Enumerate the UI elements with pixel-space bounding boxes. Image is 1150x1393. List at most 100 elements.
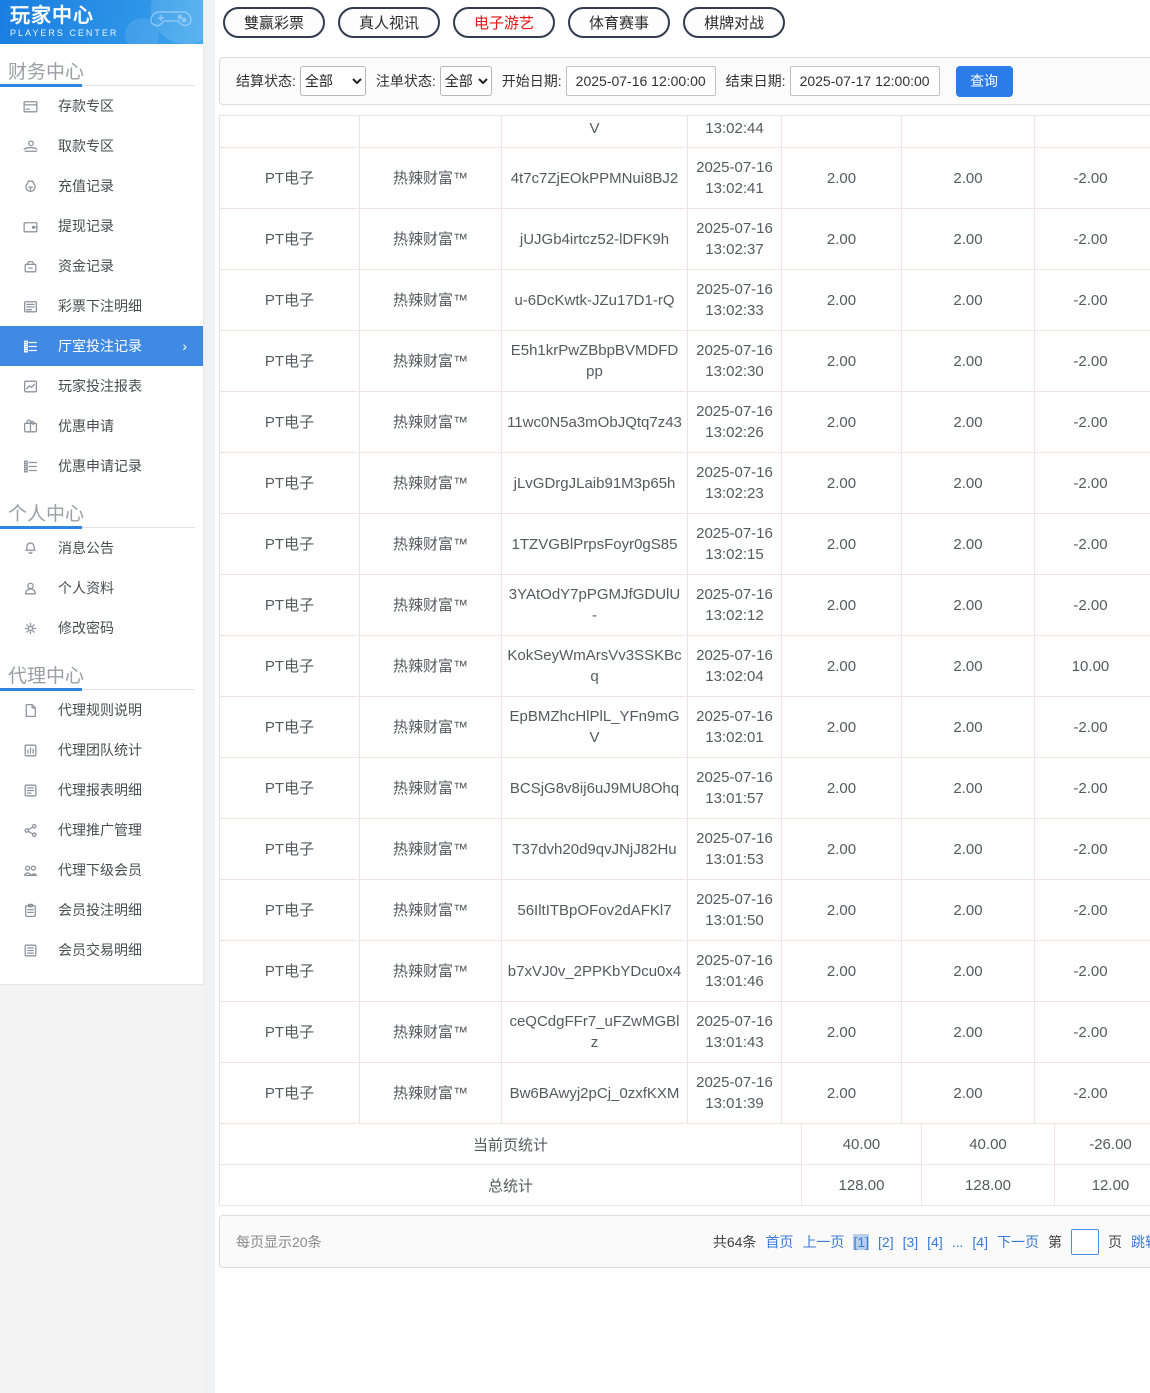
sidebar-item-label: 个人资料 (58, 578, 114, 598)
valid-cell: 2.00 (902, 331, 1035, 391)
game-cell: 热辣财富™ (360, 941, 502, 1001)
page-ellipsis[interactable]: ... (952, 1234, 964, 1250)
page-number-links: [1] [2] [3] [4]... [4] (853, 1234, 988, 1250)
sidebar-item-doc[interactable]: 代理规则说明 (0, 690, 203, 730)
time-cell: 2025-07-1613:02:23 (688, 453, 782, 513)
time-cell: 2025-07-1613:02:12 (688, 575, 782, 635)
table-row: PT电子热辣财富™u-6DcKwtk-JZu17D1-rQ2025-07-161… (220, 270, 1150, 331)
hall-cell: PT电子 (220, 514, 360, 574)
hall-cell: PT电子 (220, 392, 360, 452)
summary-valid: 40.00 (922, 1124, 1055, 1164)
time-cell: 2025-07-1613:02:41 (688, 148, 782, 208)
sidebar-item-bell[interactable]: 消息公告 (0, 528, 203, 568)
hall-cell: PT电子 (220, 1002, 360, 1062)
page-number-link[interactable]: [3] (903, 1234, 919, 1250)
bet-cell: 2.00 (782, 758, 902, 818)
order-status-select[interactable]: 全部 (440, 66, 492, 96)
end-date-input[interactable] (790, 66, 940, 96)
profit-cell: -2.00 (1035, 270, 1146, 330)
page-number-link[interactable]: [2] (878, 1234, 894, 1250)
bet-cell (782, 116, 902, 147)
bet-cell: 2.00 (782, 636, 902, 696)
pagination-controls: 共64条 首页 上一页 [1][2][3][4]...[4] 下一页 第 页 跳… (713, 1229, 1150, 1255)
time-cell: 2025-07-1613:01:53 (688, 819, 782, 879)
game-cell: 热辣财富™ (360, 392, 502, 452)
valid-cell: 2.00 (902, 514, 1035, 574)
bet-cell: 2.00 (782, 514, 902, 574)
valid-cell: 2.00 (902, 392, 1035, 452)
bet-cell: 2.00 (782, 392, 902, 452)
valid-cell: 2.00 (902, 575, 1035, 635)
sidebar-item-lottery-detail[interactable]: 彩票下注明细 (0, 286, 203, 326)
hall-cell: PT电子 (220, 758, 360, 818)
withdraw-hand-icon (22, 138, 39, 155)
sidebar-item-promo-record[interactable]: 优惠申请记录 (0, 446, 203, 486)
game-cell: 热辣财富™ (360, 880, 502, 940)
time-cell: 2025-07-1613:01:50 (688, 880, 782, 940)
game-cell: 热辣财富™ (360, 453, 502, 513)
sidebar-item-recharge-bag[interactable]: 充值记录 (0, 166, 203, 206)
sidebar-item-clipboard[interactable]: 会员投注明细 (0, 890, 203, 930)
sidebar-item-player-report[interactable]: 玩家投注报表 (0, 366, 203, 406)
per-page-label: 每页显示20条 (236, 1232, 322, 1252)
summary-label: 总统计 (220, 1165, 802, 1205)
sidebar-item-funds-record[interactable]: 资金记录 (0, 246, 203, 286)
order-id-cell: E5h1krPwZBbpBVMDFDpp (502, 331, 688, 391)
prev-page-link[interactable]: 上一页 (802, 1232, 844, 1252)
valid-cell: 2.00 (902, 148, 1035, 208)
profit-cell: -2.00 (1035, 392, 1146, 452)
sidebar-item-promo-apply[interactable]: 优惠申请 (0, 406, 203, 446)
settle-status-select[interactable]: 全部 (300, 66, 366, 96)
sidebar-item-gear[interactable]: 修改密码 (0, 608, 203, 648)
sidebar-item-user[interactable]: 个人资料 (0, 568, 203, 608)
hall-cell: PT电子 (220, 331, 360, 391)
total-summary-row: 总统计 128.00 128.00 12.00 (220, 1165, 1150, 1206)
table-row: PT电子热辣财富™56IltITBpOFov2dAFKl72025-07-161… (220, 880, 1150, 941)
settle-status-label: 结算状态: (236, 71, 296, 91)
jump-suffix-label: 页 (1108, 1232, 1122, 1252)
page-number-link[interactable]: [4] (927, 1234, 943, 1250)
table-row: PT电子热辣财富™4t7c7ZjEOkPPMNui8BJ22025-07-161… (220, 148, 1150, 209)
user-icon (22, 580, 39, 597)
sidebar-item-hall-record[interactable]: 厅室投注记录› (0, 326, 203, 366)
summary-valid: 128.00 (922, 1165, 1055, 1205)
sidebar-item-transaction[interactable]: 会员交易明细 (0, 930, 203, 970)
sidebar-item-label: 会员交易明细 (58, 940, 142, 960)
time-cell: 2025-07-1613:02:01 (688, 697, 782, 757)
tab-5[interactable]: 棋牌对战 (683, 7, 785, 38)
jump-page-input[interactable] (1071, 1229, 1099, 1255)
start-date-input[interactable] (566, 66, 716, 96)
order-id-cell: u-6DcKwtk-JZu17D1-rQ (502, 270, 688, 330)
bet-cell: 2.00 (782, 1063, 902, 1123)
query-button[interactable]: 查询 (956, 66, 1013, 97)
page-number-link[interactable]: [1] (853, 1234, 869, 1250)
clipboard-icon (22, 902, 39, 919)
tab-4[interactable]: 体育赛事 (568, 7, 670, 38)
sidebar-item-deposit-card[interactable]: 存款专区 (0, 86, 203, 126)
tab-1[interactable]: 雙赢彩票 (223, 7, 325, 38)
bet-cell: 2.00 (782, 209, 902, 269)
sidebar-item-share[interactable]: 代理推广管理 (0, 810, 203, 850)
sidebar-item-withdraw-record[interactable]: 提现记录 (0, 206, 203, 246)
sidebar-item-withdraw-hand[interactable]: 取款专区 (0, 126, 203, 166)
tab-2[interactable]: 真人视讯 (338, 7, 440, 38)
sidebar-item-users[interactable]: 代理下级会员 (0, 850, 203, 890)
order-id-cell: 11wc0N5a3mObJQtq7z43 (502, 392, 688, 452)
profit-cell: -2.00 (1035, 514, 1146, 574)
next-page-link[interactable]: 下一页 (997, 1232, 1039, 1252)
sidebar-item-team-stats[interactable]: 代理团队统计 (0, 730, 203, 770)
valid-cell: 2.00 (902, 1002, 1035, 1062)
table-body: PT电子热辣财富™4t7c7ZjEOkPPMNui8BJ22025-07-161… (220, 148, 1150, 1124)
game-cell: 热辣财富™ (360, 758, 502, 818)
table-row: PT电子热辣财富™BCSjG8v8ij6uJ9MU8Ohq2025-07-161… (220, 758, 1150, 819)
first-page-link[interactable]: 首页 (765, 1232, 793, 1252)
table-row: PT电子热辣财富™EpBMZhcHlPlL_YFn9mGV2025-07-161… (220, 697, 1150, 758)
sidebar-item-label: 充值记录 (58, 176, 114, 196)
valid-cell (902, 116, 1035, 147)
promo-record-icon (22, 458, 39, 475)
sidebar-item-label: 代理规则说明 (58, 700, 142, 720)
jump-button[interactable]: 跳转 (1131, 1232, 1150, 1252)
page-number-link[interactable]: [4] (972, 1234, 988, 1250)
sidebar-item-report-detail[interactable]: 代理报表明细 (0, 770, 203, 810)
tab-3[interactable]: 电子游艺 (453, 7, 555, 38)
